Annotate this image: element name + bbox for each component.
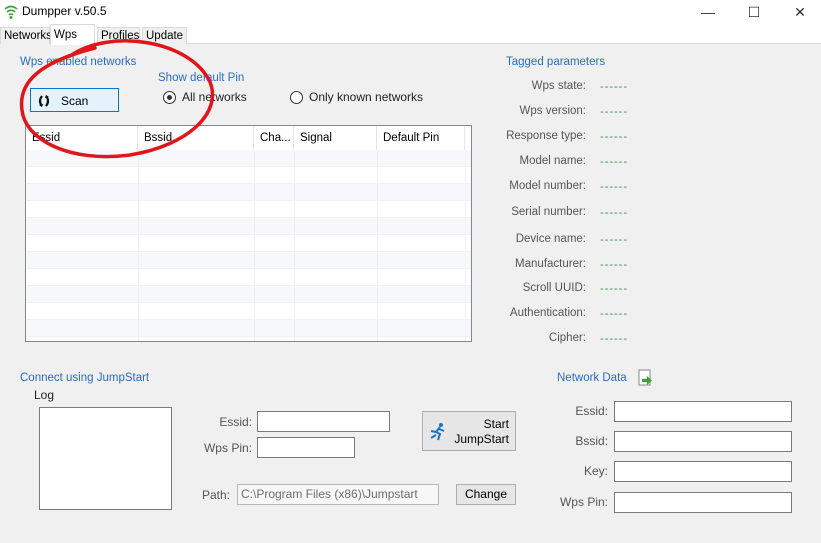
scan-arrows-icon (38, 95, 50, 107)
show-default-pin-label: Show default Pin (158, 72, 245, 84)
radio-all-networks[interactable] (163, 91, 176, 104)
grid-column-divider (138, 150, 139, 341)
runner-icon (430, 423, 445, 441)
grid-column-divider (377, 150, 378, 341)
nd-bssid-label: Bssid: (575, 434, 608, 448)
close-button[interactable]: ✕ (777, 0, 821, 24)
tagged-param-value: ------ (600, 333, 628, 345)
tab-networks[interactable]: Networks (0, 27, 52, 44)
tagged-param-label: Manufacturer: (515, 258, 586, 270)
nd-bssid-input[interactable] (614, 431, 792, 452)
column-header-essid[interactable]: Essid (26, 126, 138, 150)
tagged-param-label: Scroll UUID: (522, 282, 586, 294)
nd-essid-label: Essid: (575, 404, 608, 418)
tagged-param-label: Cipher: (548, 332, 586, 344)
tagged-param-label: Authentication: (509, 307, 586, 319)
radio-only-known[interactable] (290, 91, 303, 104)
column-header-bssid[interactable]: Bssid (138, 126, 254, 150)
scan-label: Scan (61, 94, 89, 108)
log-label: Log (34, 388, 55, 402)
jumpstart-wps-pin-input[interactable] (257, 437, 355, 458)
tagged-param-value: ------ (600, 207, 628, 219)
tagged-param-label: Serial number: (511, 206, 586, 218)
export-icon[interactable] (636, 369, 654, 387)
jumpstart-heading: Connect using JumpStart (20, 372, 150, 384)
nd-wps-pin-label: Wps Pin: (559, 495, 608, 509)
tagged-param-label: Wps state: (531, 80, 586, 92)
tagged-param-label: Device name: (515, 233, 586, 245)
tagged-param-value: ------ (600, 181, 628, 193)
scan-button[interactable]: Scan (30, 88, 119, 112)
nd-key-input[interactable] (614, 461, 792, 482)
tab-update[interactable]: Update (142, 27, 187, 44)
tab-wps[interactable]: Wps (50, 24, 95, 45)
column-header-signal[interactable]: Signal (294, 126, 377, 150)
networks-list[interactable]: Essid Bssid Cha... Signal Default Pin (25, 125, 472, 342)
nd-essid-input[interactable] (614, 401, 792, 422)
log-box[interactable] (39, 407, 172, 510)
tagged-param-value: ------ (600, 131, 628, 143)
tagged-param-value: ------ (600, 234, 628, 246)
tagged-param-value: ------ (600, 156, 628, 168)
tagged-param-label: Model number: (509, 180, 586, 192)
nd-key-label: Key: (583, 464, 608, 478)
tagged-param-label: Response type: (506, 130, 586, 142)
maximize-button[interactable]: ☐ (731, 0, 777, 24)
start-line-1: Start (483, 417, 509, 431)
column-header-channel[interactable]: Cha... (254, 126, 294, 150)
wps-networks-heading: Wps enabled networks (20, 56, 137, 68)
change-button[interactable]: Change (456, 484, 516, 505)
minimize-button[interactable]: — (685, 0, 731, 24)
grid-column-divider (294, 150, 295, 341)
tagged-param-value: ------ (600, 259, 628, 271)
window-title: Dumpper v.50.5 (22, 4, 107, 18)
path-input[interactable]: C:\Program Files (x86)\Jumpstart (237, 484, 439, 505)
jumpstart-essid-input[interactable] (257, 411, 390, 432)
radio-all-networks-label[interactable]: All networks (182, 90, 247, 104)
start-jumpstart-button[interactable]: Start JumpStart (422, 411, 516, 451)
tagged-param-label: Wps version: (519, 105, 586, 117)
tagged-param-value: ------ (600, 308, 628, 320)
jumpstart-essid-label: Essid: (219, 415, 252, 429)
tagged-param-value: ------ (600, 81, 628, 93)
tagged-param-value: ------ (600, 106, 628, 118)
grid-column-divider (254, 150, 255, 341)
nd-wps-pin-input[interactable] (614, 492, 792, 513)
start-line-2: JumpStart (454, 432, 509, 446)
path-label: Path: (202, 488, 231, 502)
wifi-app-icon (4, 5, 18, 19)
jumpstart-wps-pin-label: Wps Pin: (203, 441, 252, 455)
tagged-param-label: Model name: (519, 155, 586, 167)
tagged-param-value: ------ (600, 283, 628, 295)
tab-profiles[interactable]: Profiles (97, 27, 140, 44)
tagged-parameters-heading: Tagged parameters (506, 56, 606, 68)
radio-only-known-label[interactable]: Only known networks (309, 90, 423, 104)
network-data-heading: Network Data (557, 372, 627, 384)
